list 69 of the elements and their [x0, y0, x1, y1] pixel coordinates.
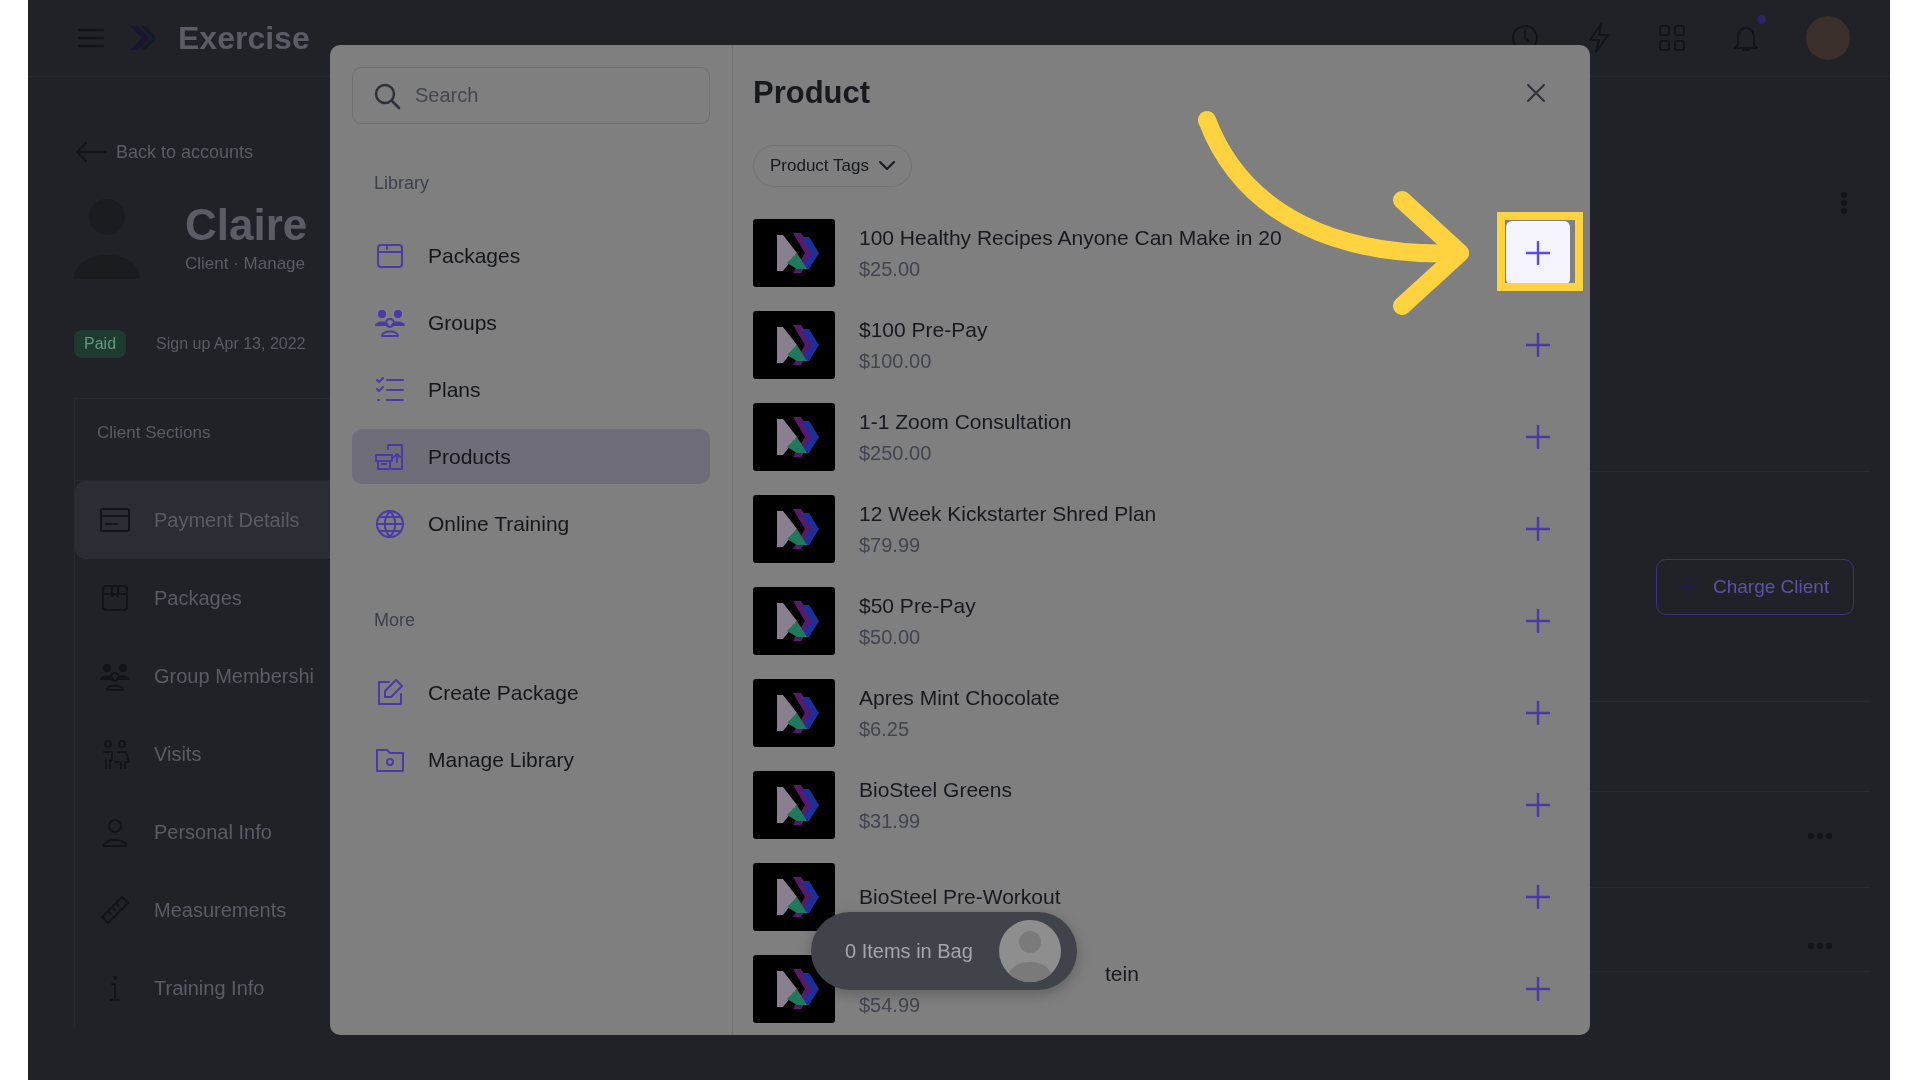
product-name: 100 Healthy Recipes Anyone Can Make in 20	[859, 225, 1283, 250]
status-badge: Paid	[74, 330, 127, 358]
product-price: $79.99	[859, 533, 922, 557]
avatar[interactable]	[1806, 16, 1850, 60]
library-menu-item[interactable]: Products	[352, 429, 710, 484]
section-label: Measurements	[154, 898, 287, 922]
menu-item-label: Groups	[428, 310, 497, 335]
globe-icon	[374, 507, 406, 540]
product-name: $100 Pre-Pay	[859, 317, 989, 342]
product-price: $100.00	[859, 349, 933, 373]
section-label: Visits	[154, 742, 202, 766]
client-section-item[interactable]: Measurements	[75, 871, 468, 949]
library-menu-item[interactable]: Create Package	[352, 665, 710, 720]
plus-icon	[1525, 792, 1551, 818]
client-meta: Client · Manage	[185, 254, 306, 274]
plus-icon	[1525, 516, 1551, 542]
product-price: $50.00	[859, 625, 922, 649]
search-input[interactable]: Search	[415, 84, 689, 107]
plus-icon	[1525, 608, 1551, 634]
menu-item-label: Plans	[428, 377, 481, 402]
lightning-icon[interactable]	[1586, 22, 1612, 54]
section-label: Training Info	[154, 976, 265, 1000]
product-price: $25.00	[859, 257, 922, 281]
product-price: $54.99	[859, 993, 922, 1017]
plus-icon	[1525, 424, 1551, 450]
product-name: BioSteel Greens	[859, 777, 1013, 802]
client-name: Claire	[185, 200, 308, 250]
add-button[interactable]	[1506, 221, 1570, 285]
library-menu-item[interactable]: Groups	[352, 295, 710, 350]
charge-client-button[interactable]: Charge Client	[1656, 559, 1854, 615]
signup-date: Sign up Apr 13, 2022	[156, 335, 306, 353]
client-section-item[interactable]: Personal Info	[75, 793, 468, 871]
section-heading: Library	[374, 173, 431, 194]
close-icon[interactable]	[1526, 83, 1546, 103]
plus-icon	[1525, 700, 1551, 726]
section-label: Group Membershi	[154, 664, 315, 688]
plus-icon	[1525, 332, 1551, 358]
library-menu-item[interactable]: Manage Library	[352, 732, 710, 787]
menu-item-label: Packages	[428, 243, 521, 268]
search-field[interactable]: Search	[352, 67, 710, 124]
search-icon	[373, 81, 401, 110]
bag-count: 0 Items in Bag	[845, 939, 973, 963]
bag-pill[interactable]: 0 Items in Bag	[811, 912, 1077, 990]
app-name: Exercise	[178, 19, 310, 57]
product-name: tein	[1105, 961, 1140, 986]
dialog-title: Product	[753, 75, 871, 111]
client-section-item[interactable]: Training Info	[75, 949, 468, 1027]
product-name: 12 Week Kickstarter Shred Plan	[859, 501, 1158, 526]
product-price: $250.00	[859, 441, 933, 465]
chevron-down-icon	[878, 161, 895, 171]
avatar-icon	[999, 920, 1061, 982]
section-label: Packages	[154, 586, 242, 610]
library-menu-item[interactable]: Packages	[352, 228, 710, 283]
menu-item-label: Manage Library	[428, 747, 574, 772]
section-label: Personal Info	[154, 820, 272, 844]
product-price: $6.25	[859, 717, 911, 741]
plus-icon	[1525, 240, 1551, 266]
product-price: $31.99	[859, 809, 922, 833]
plus-icon	[1525, 976, 1551, 1002]
back-link[interactable]: Back to accounts	[116, 141, 254, 163]
product-name: BioSteel Pre-Workout	[859, 885, 1062, 909]
menu-item-label: Create Package	[428, 680, 579, 705]
plus-icon	[1677, 576, 1699, 598]
product-name: $50 Pre-Pay	[859, 593, 977, 618]
library-menu-item[interactable]: Plans	[352, 362, 710, 417]
section-heading: More	[374, 610, 416, 631]
product-name: Apres Mint Chocolate	[859, 685, 1061, 710]
plus-icon	[1525, 884, 1551, 910]
product-name: 1-1 Zoom Consultation	[859, 409, 1073, 434]
